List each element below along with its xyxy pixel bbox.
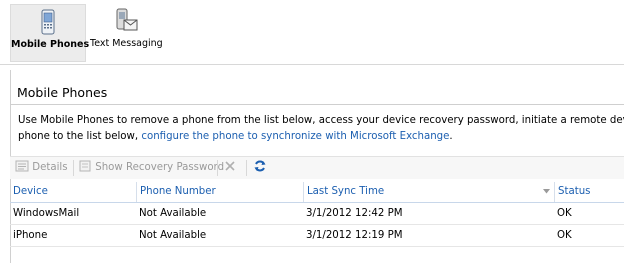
sort-descending-icon bbox=[543, 189, 550, 194]
tab-mobile-phones[interactable]: Mobile Phones bbox=[10, 4, 90, 62]
cell-phone-number: Not Available bbox=[139, 230, 207, 241]
toolbar-separator bbox=[73, 160, 74, 176]
section-divider bbox=[10, 104, 624, 105]
column-header-phone-number[interactable]: Phone Number bbox=[136, 182, 303, 202]
refresh-icon bbox=[254, 160, 266, 172]
tab-label-text-messaging: Text Messaging bbox=[90, 38, 163, 49]
cell-device: WindowsMail bbox=[13, 208, 80, 219]
cell-status: OK bbox=[557, 230, 572, 241]
top-tab-bar: Mobile Phones Text Messaging bbox=[0, 0, 624, 65]
toolbar: Details Show Recovery Password bbox=[10, 156, 624, 179]
description-line-2-text: phone to the list below, bbox=[18, 131, 142, 142]
details-label: Details bbox=[32, 162, 68, 173]
recovery-password-icon bbox=[79, 160, 91, 172]
column-header-last-sync-time-label: Last Sync Time bbox=[307, 186, 385, 197]
cell-last-sync-time: 3/1/2012 12:19 PM bbox=[306, 230, 403, 241]
table-row[interactable]: WindowsMail Not Available 3/1/2012 12:42… bbox=[10, 203, 624, 225]
tab-label-mobile-phones: Mobile Phones bbox=[11, 39, 90, 50]
cell-device: iPhone bbox=[13, 230, 48, 241]
details-icon bbox=[15, 160, 29, 172]
delete-x-icon bbox=[225, 161, 235, 171]
description-line-1: Use Mobile Phones to remove a phone from… bbox=[18, 115, 624, 126]
description-line-2: phone to the list below, configure the p… bbox=[18, 129, 624, 145]
column-header-device[interactable]: Device bbox=[10, 182, 136, 202]
column-header-status[interactable]: Status bbox=[554, 182, 624, 202]
tab-text-messaging[interactable]: Text Messaging bbox=[90, 4, 163, 62]
text-messaging-icon bbox=[116, 8, 138, 31]
details-button[interactable]: Details bbox=[15, 159, 68, 177]
section-title: Mobile Phones bbox=[17, 85, 108, 100]
toolbar-separator bbox=[217, 160, 218, 176]
delete-button[interactable] bbox=[223, 159, 237, 177]
show-recovery-password-button[interactable]: Show Recovery Password bbox=[78, 159, 224, 177]
column-header-last-sync-time[interactable]: Last Sync Time bbox=[303, 182, 554, 202]
mobile-phone-icon bbox=[41, 9, 55, 35]
cell-last-sync-time: 3/1/2012 12:42 PM bbox=[306, 208, 403, 219]
table-row[interactable]: iPhone Not Available 3/1/2012 12:19 PM O… bbox=[10, 225, 624, 247]
show-recovery-password-label: Show Recovery Password bbox=[95, 162, 225, 173]
configure-phone-link[interactable]: configure the phone to synchronize with … bbox=[141, 131, 449, 142]
toolbar-separator bbox=[246, 160, 247, 176]
refresh-button[interactable] bbox=[253, 159, 267, 177]
cell-phone-number: Not Available bbox=[139, 208, 207, 219]
cell-status: OK bbox=[557, 208, 572, 219]
table-header: Device Phone Number Last Sync Time Statu… bbox=[10, 182, 624, 203]
section-description: Use Mobile Phones to remove a phone from… bbox=[18, 113, 624, 147]
description-line-2-end: . bbox=[449, 131, 453, 142]
